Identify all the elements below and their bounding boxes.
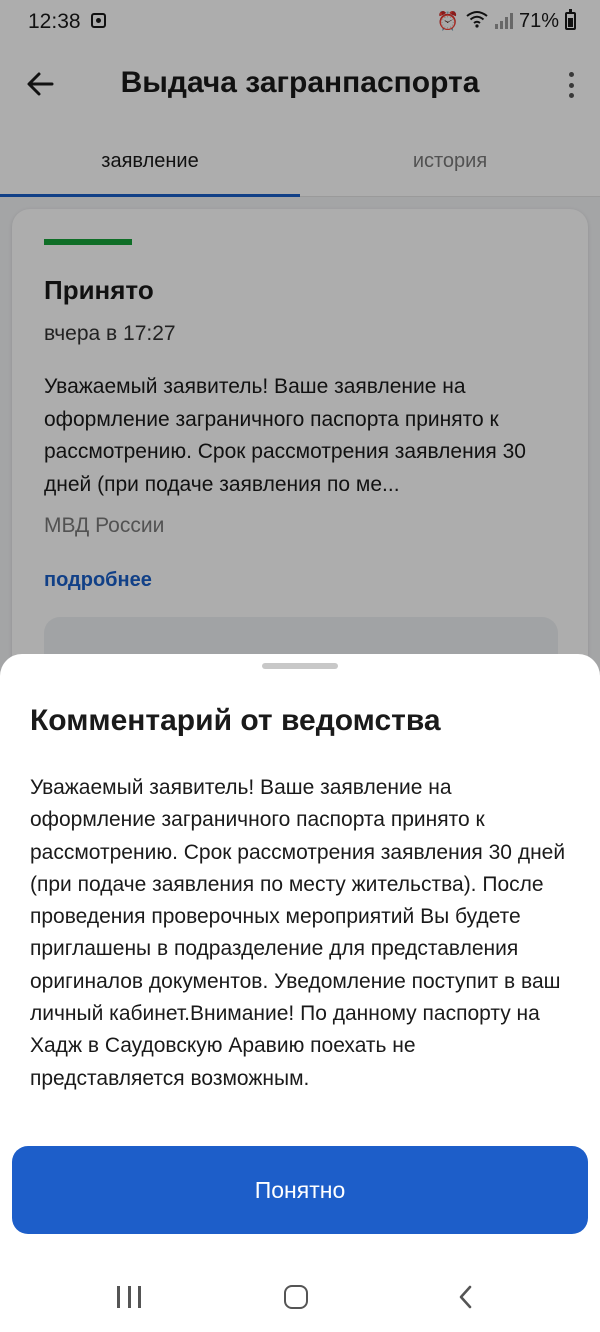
recents-button[interactable] — [117, 1286, 141, 1308]
drag-handle[interactable] — [262, 663, 338, 669]
home-button[interactable] — [284, 1285, 308, 1309]
sheet-message: Уважаемый заявитель! Ваше заявление на о… — [30, 776, 566, 1090]
bottom-sheet: Комментарий от ведомства Уважаемый заяви… — [0, 654, 600, 1332]
sheet-title: Комментарий от ведомства — [30, 704, 441, 737]
navigation-bar — [0, 1264, 600, 1332]
nav-back-button[interactable] — [455, 1284, 477, 1310]
ok-button[interactable]: Понятно — [12, 1146, 588, 1234]
chevron-left-icon — [459, 1285, 472, 1309]
